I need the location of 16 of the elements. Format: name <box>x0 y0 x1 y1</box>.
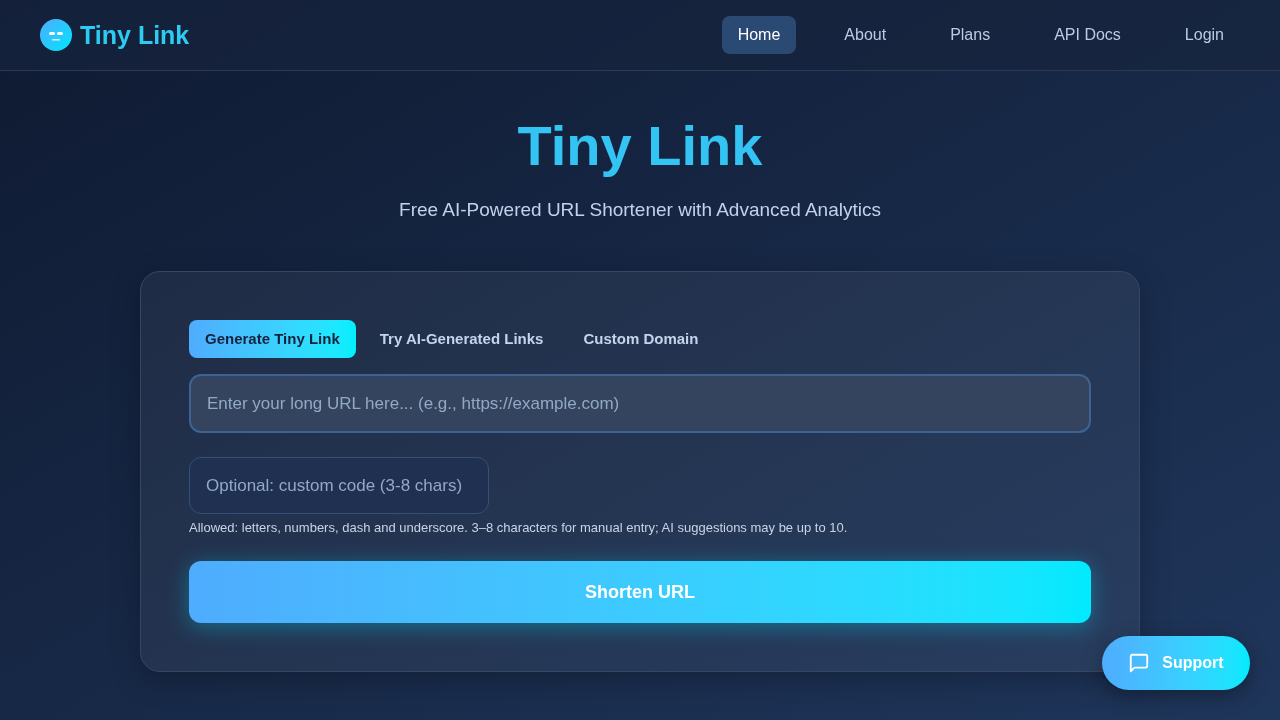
nav-link[interactable]: Home <box>721 16 797 54</box>
nav-link[interactable]: About <box>828 16 903 54</box>
custom-code-input-field[interactable]: Optional: custom code (3-8 chars) <box>189 457 489 514</box>
nav-link[interactable]: Login <box>1168 16 1240 54</box>
hero-subtitle: Free AI-Powered URL Shortener with Advanced Analytics <box>399 198 881 222</box>
url-input-field[interactable]: Enter your long URL here... (e.g., https://example.com) <box>189 374 1091 433</box>
logo-icon <box>40 19 72 51</box>
chat-bubble-icon <box>1128 652 1151 674</box>
tab[interactable]: Try AI-Generated Links <box>363 320 560 358</box>
brand-name: Tiny Link <box>80 22 190 48</box>
nav-link[interactable]: Plans <box>934 16 1007 54</box>
helper-text: Allowed: letters, numbers, dash and underscore. 3–8 characters for manual entry; AI suggestions may be up to 10. <box>189 519 849 537</box>
tab[interactable]: Generate Tiny Link <box>189 320 356 358</box>
nav-link[interactable]: API Docs <box>1038 16 1137 54</box>
hero-title: Tiny Link <box>517 114 763 178</box>
tab[interactable]: Custom Domain <box>567 320 715 358</box>
